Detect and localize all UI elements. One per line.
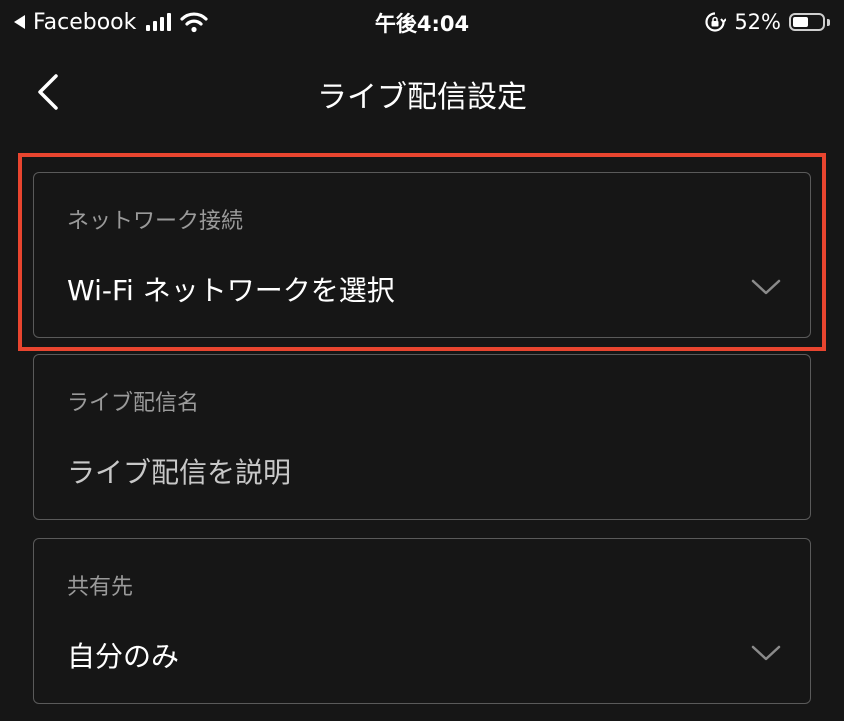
battery-cap [827, 18, 830, 26]
status-right: 52% [704, 8, 830, 36]
battery-icon [789, 13, 825, 31]
stream-name-label: ライブ配信名 [67, 391, 200, 416]
battery-percent: 52% [734, 10, 781, 34]
share-to-label: 共有先 [67, 575, 134, 600]
network-connection-value: Wi-Fi ネットワークを選択 [67, 274, 395, 307]
rotation-lock-icon [705, 12, 727, 32]
network-connection-select[interactable]: ネットワーク接続 Wi-Fi ネットワークを選択 [33, 172, 811, 338]
stream-name-placeholder: ライブ配信を説明 [67, 456, 292, 489]
network-connection-label: ネットワーク接続 [67, 209, 244, 234]
share-to-select[interactable]: 共有先 自分のみ [33, 538, 811, 704]
chevron-down-icon [751, 645, 781, 661]
page-title: ライブ配信設定 [317, 80, 527, 115]
status-bar: Facebook 午後4:04 52% [0, 0, 844, 44]
share-to-value: 自分のみ [67, 640, 180, 673]
battery-fill [793, 17, 808, 27]
stream-name-field[interactable]: ライブ配信名 ライブ配信を説明 [33, 354, 811, 520]
chevron-down-icon [751, 279, 781, 295]
